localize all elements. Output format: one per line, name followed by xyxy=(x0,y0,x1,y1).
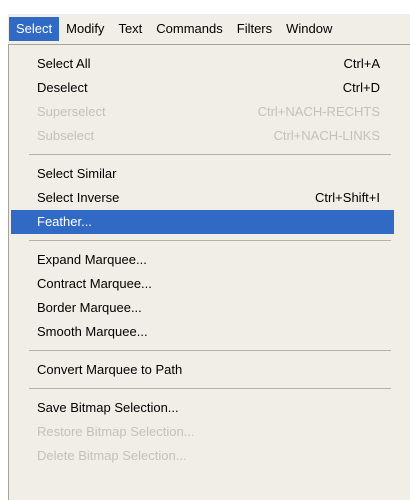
menu-item-label: Border Marquee... xyxy=(37,300,142,315)
menu-commands-label: Commands xyxy=(156,21,223,36)
menu-modify-label: Modify xyxy=(66,21,105,36)
menu-item-shortcut: Ctrl+D xyxy=(342,80,380,95)
menu-item-shortcut: Ctrl+NACH-LINKS xyxy=(273,128,380,143)
menu-item-shortcut: Ctrl+A xyxy=(343,56,380,71)
menu-item-label: Restore Bitmap Selection... xyxy=(37,424,195,439)
select-menu-dropdown: Select All Ctrl+A Deselect Ctrl+D Supers… xyxy=(8,44,410,500)
menu-item-border-marquee[interactable]: Border Marquee... xyxy=(11,296,394,320)
menu-select[interactable]: Select xyxy=(9,17,60,41)
menu-window-label: Window xyxy=(286,21,333,36)
menu-item-save-bitmap-selection[interactable]: Save Bitmap Selection... xyxy=(11,396,394,420)
menu-select-label: Select xyxy=(16,21,53,36)
menu-text[interactable]: Text xyxy=(111,17,149,41)
menu-item-label: Delete Bitmap Selection... xyxy=(37,448,187,463)
menu-item-select-similar[interactable]: Select Similar xyxy=(11,162,394,186)
menu-item-label: Convert Marquee to Path xyxy=(37,362,183,377)
menu-item-label: Expand Marquee... xyxy=(37,252,147,267)
menu-item-restore-bitmap-selection: Restore Bitmap Selection... xyxy=(11,420,394,444)
menu-item-deselect[interactable]: Deselect Ctrl+D xyxy=(11,76,394,100)
menu-modify[interactable]: Modify xyxy=(59,17,111,41)
menu-item-subselect: Subselect Ctrl+NACH-LINKS xyxy=(11,124,394,148)
menu-filters-label: Filters xyxy=(236,21,273,36)
menu-filters[interactable]: Filters xyxy=(230,17,279,41)
menu-commands[interactable]: Commands xyxy=(149,17,229,41)
menu-item-label: Smooth Marquee... xyxy=(37,324,148,339)
menu-item-label: Save Bitmap Selection... xyxy=(37,400,179,415)
menu-separator xyxy=(29,350,391,351)
menu-separator xyxy=(29,388,391,389)
menu-item-smooth-marquee[interactable]: Smooth Marquee... xyxy=(11,320,394,344)
menu-item-label: Select Inverse xyxy=(37,190,120,205)
menu-item-shortcut: Ctrl+Shift+I xyxy=(314,190,380,205)
menu-item-delete-bitmap-selection: Delete Bitmap Selection... xyxy=(11,444,394,468)
menu-item-label: Select Similar xyxy=(37,166,117,181)
menu-window[interactable]: Window xyxy=(279,17,339,41)
menu-item-label: Superselect xyxy=(37,104,106,119)
menu-item-superselect: Superselect Ctrl+NACH-RECHTS xyxy=(11,100,394,124)
menu-item-shortcut: Ctrl+NACH-RECHTS xyxy=(257,104,380,119)
menu-bar: Select Modify Text Commands Filters Wind… xyxy=(8,14,410,44)
menu-item-label: Select All xyxy=(37,56,91,71)
menu-item-convert-marquee-to-path[interactable]: Convert Marquee to Path xyxy=(11,358,394,382)
menu-item-label: Subselect xyxy=(37,128,95,143)
menu-item-contract-marquee[interactable]: Contract Marquee... xyxy=(11,272,394,296)
menu-item-expand-marquee[interactable]: Expand Marquee... xyxy=(11,248,394,272)
menu-separator xyxy=(29,154,391,155)
menu-item-label: Feather... xyxy=(37,214,92,229)
application-window: Select Modify Text Commands Filters Wind… xyxy=(0,0,410,500)
menu-item-label: Deselect xyxy=(37,80,88,95)
menu-item-select-all[interactable]: Select All Ctrl+A xyxy=(11,52,394,76)
menu-item-select-inverse[interactable]: Select Inverse Ctrl+Shift+I xyxy=(11,186,394,210)
menu-item-feather[interactable]: Feather... xyxy=(11,210,394,234)
menu-item-label: Contract Marquee... xyxy=(37,276,152,291)
menu-separator xyxy=(29,240,391,241)
menu-text-label: Text xyxy=(118,21,143,36)
